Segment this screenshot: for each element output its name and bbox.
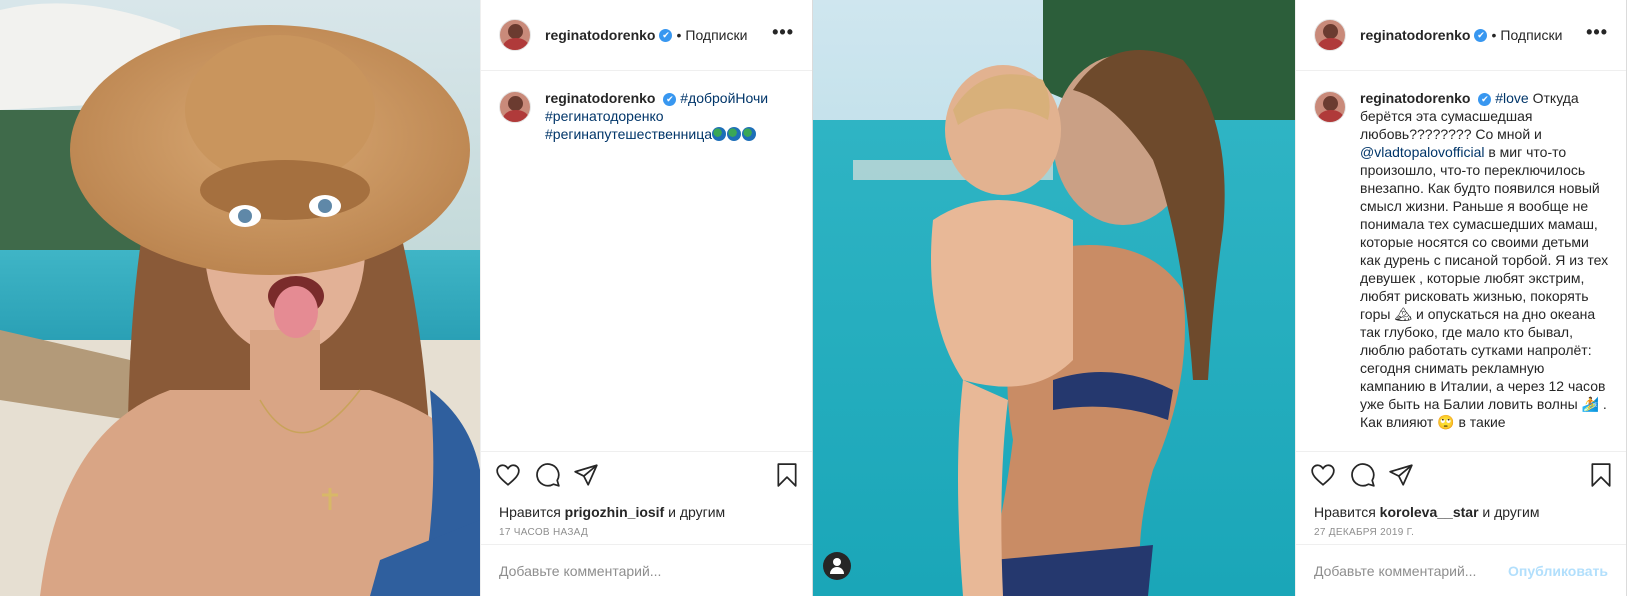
separator-dot: •	[1491, 27, 1497, 43]
likes-user-link[interactable]: koroleva__star	[1380, 504, 1479, 520]
post-photo[interactable]	[813, 0, 1295, 596]
post-2: reginatodorenko ✔ • Подписки ••• reginat…	[813, 0, 1627, 596]
comment-box	[481, 544, 812, 596]
username-link[interactable]: reginatodorenko	[1360, 27, 1470, 43]
heart-icon[interactable]	[1310, 462, 1336, 488]
caption-text: reginatodorenko ✔ #love Откуда берётся э…	[1360, 89, 1610, 431]
caption-username-link[interactable]: reginatodorenko	[545, 90, 655, 106]
username-link[interactable]: reginatodorenko	[545, 27, 655, 43]
caption-area: reginatodorenko ✔ #добройНочи #регинатод…	[481, 71, 812, 451]
likes-summary: Нравится prigozhin_iosif и другим	[499, 504, 725, 520]
post-sidebar: reginatodorenko ✔ • Подписки ••• reginat…	[480, 0, 813, 596]
globe-emoji-icon	[742, 127, 757, 141]
following-button[interactable]: Подписки	[1500, 27, 1562, 43]
avatar[interactable]	[1314, 19, 1346, 51]
likes-user-link[interactable]: prigozhin_iosif	[565, 504, 665, 520]
verified-badge-icon: ✔	[1474, 28, 1488, 42]
caption-username-link[interactable]: reginatodorenko	[1360, 90, 1470, 106]
caption: reginatodorenko ✔ #love Откуда берётся э…	[1314, 89, 1610, 431]
user-tag-icon[interactable]	[823, 552, 851, 580]
avatar[interactable]	[1314, 91, 1346, 123]
share-icon[interactable]	[573, 462, 599, 488]
likes-prefix: Нравится	[1314, 504, 1376, 520]
post-photo[interactable]	[0, 0, 480, 596]
separator-dot: •	[676, 27, 682, 43]
share-icon[interactable]	[1388, 462, 1414, 488]
more-options-icon[interactable]: •••	[1586, 22, 1608, 43]
hashtag-link[interactable]: #регинапутешественница	[545, 126, 712, 142]
post-date[interactable]: 17 ЧАСОВ НАЗАД	[499, 527, 588, 538]
caption: reginatodorenko ✔ #добройНочи #регинатод…	[499, 89, 796, 143]
post-date[interactable]: 27 ДЕКАБРЯ 2019 Г.	[1314, 527, 1414, 538]
verified-badge-icon: ✔	[1478, 92, 1492, 106]
comment-icon[interactable]	[1350, 462, 1376, 488]
bookmark-icon[interactable]	[1588, 462, 1614, 488]
photo-mother-baby-sea	[813, 0, 1295, 596]
verified-badge-icon: ✔	[663, 92, 677, 106]
post-sidebar: reginatodorenko ✔ • Подписки ••• reginat…	[1295, 0, 1627, 596]
likes-prefix: Нравится	[499, 504, 561, 520]
heart-icon[interactable]	[495, 462, 521, 488]
post-header: reginatodorenko ✔ • Подписки •••	[1296, 0, 1626, 71]
caption-text: reginatodorenko ✔ #добройНочи #регинатод…	[545, 89, 768, 143]
following-button[interactable]: Подписки	[685, 27, 747, 43]
comment-input[interactable]	[499, 562, 794, 579]
globe-emoji-icon	[727, 127, 742, 141]
comment-icon[interactable]	[535, 462, 561, 488]
more-options-icon[interactable]: •••	[772, 22, 794, 43]
comment-input[interactable]	[1314, 562, 1509, 579]
verified-badge-icon: ✔	[659, 28, 673, 42]
mention-link[interactable]: @vladtopalovofficial	[1360, 144, 1484, 160]
avatar[interactable]	[499, 91, 531, 123]
post-comment-button[interactable]: Опубликовать	[1508, 563, 1608, 579]
hashtag-link[interactable]: #love	[1495, 90, 1528, 106]
hashtag-link[interactable]: #добройНочи	[680, 90, 768, 106]
likes-summary: Нравится koroleva__star и другим	[1314, 504, 1539, 520]
avatar[interactable]	[499, 19, 531, 51]
photo-woman-straw-hat	[0, 0, 480, 596]
likes-others-link[interactable]: и другим	[1482, 504, 1539, 520]
globe-emoji-icon	[712, 127, 727, 141]
comment-box: Опубликовать	[1296, 544, 1626, 596]
caption-body: в миг что-то произошло, что-то переключи…	[1360, 144, 1609, 430]
hashtag-link[interactable]: #регинатодоренко	[545, 108, 664, 124]
bookmark-icon[interactable]	[774, 462, 800, 488]
post-header: reginatodorenko ✔ • Подписки •••	[481, 0, 812, 71]
post-1: reginatodorenko ✔ • Подписки ••• reginat…	[0, 0, 813, 596]
caption-area: reginatodorenko ✔ #love Откуда берётся э…	[1296, 71, 1626, 451]
action-bar	[1296, 451, 1626, 488]
action-bar	[481, 451, 812, 488]
likes-others-link[interactable]: и другим	[668, 504, 725, 520]
